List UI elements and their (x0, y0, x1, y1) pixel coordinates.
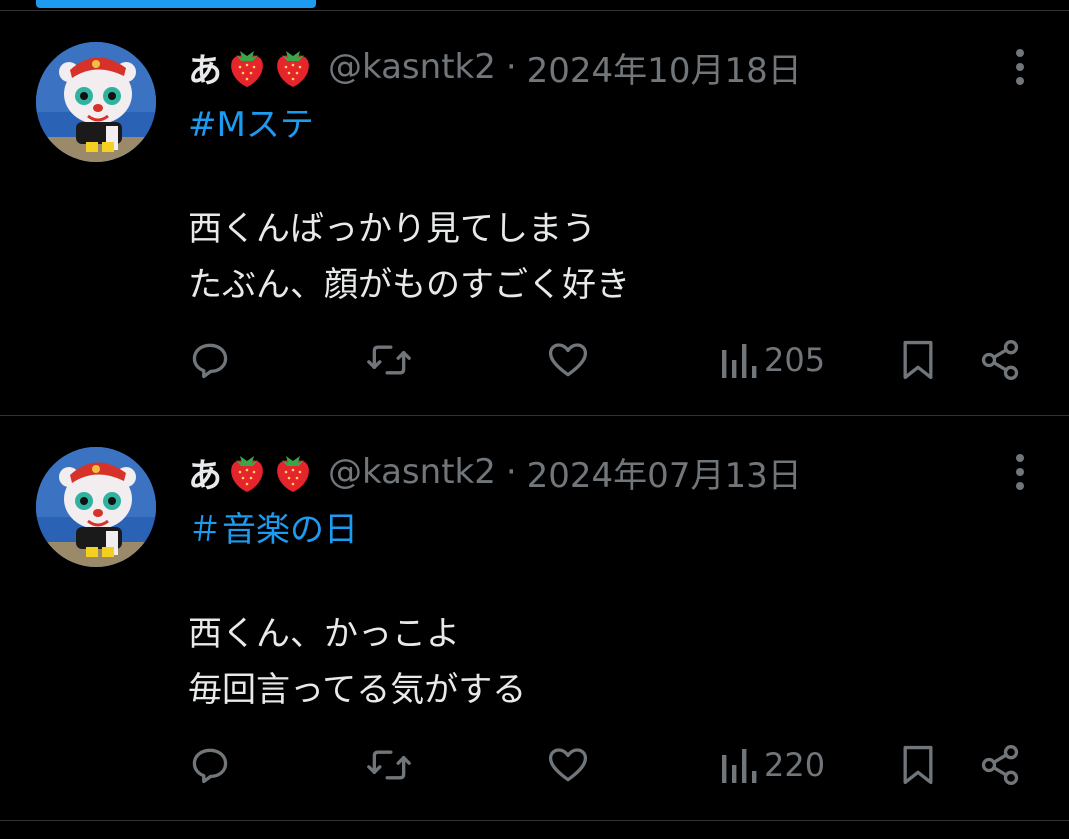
bookmark-button[interactable] (898, 335, 938, 385)
tweet-text-line: 西くん、かっこよ (188, 614, 460, 654)
like-button[interactable] (546, 740, 590, 790)
views-icon (722, 749, 757, 783)
views-count: 220 (764, 746, 826, 784)
retweet-icon (367, 345, 411, 375)
tweet-header: あ @kasntk2 · (188, 39, 802, 95)
retweet-icon (367, 750, 411, 780)
avatar[interactable] (36, 42, 156, 162)
share-icon (981, 340, 1019, 380)
tweet-text-line: たぶん、顔がものすごく好き (188, 265, 630, 305)
tweet-text: 西くん、かっこよ 毎回言ってる気がする (188, 606, 526, 718)
more-options-icon[interactable] (1000, 450, 1040, 494)
retweet-button[interactable] (364, 740, 414, 790)
hashtag-link[interactable]: ＃音楽の日 (188, 502, 358, 551)
strawberry-icon (226, 450, 268, 494)
reply-icon (192, 748, 228, 784)
user-handle[interactable]: @kasntk2 (328, 47, 496, 87)
bookmark-icon (903, 340, 933, 380)
timeline: あ @kasntk2 · 2024年10月18日 #Mステ 西くんばっかり見てし… (0, 0, 1069, 839)
strawberry-icon (226, 45, 268, 89)
separator-dot: · (505, 452, 517, 492)
tweet-text-line: 西くんばっかり見てしまう (188, 209, 596, 249)
views-button[interactable]: 205 (718, 335, 825, 385)
tweet-date[interactable]: 2024年07月13日 (527, 448, 802, 497)
share-button[interactable] (978, 740, 1022, 790)
reply-button[interactable] (188, 335, 232, 385)
tweet[interactable]: あ @kasntk2 · (0, 416, 1069, 821)
tweet-actions: 205 (0, 335, 1069, 385)
reply-icon (192, 343, 228, 379)
strawberry-icon (272, 45, 314, 89)
tweet-text-line: 毎回言ってる気がする (188, 670, 527, 710)
retweet-button[interactable] (364, 335, 414, 385)
like-button[interactable] (546, 335, 590, 385)
share-icon (981, 745, 1019, 785)
tweet[interactable]: あ @kasntk2 · (0, 11, 1069, 416)
heart-icon (548, 343, 588, 377)
bookmark-button[interactable] (898, 740, 938, 790)
heart-icon (548, 748, 588, 782)
bookmark-icon (903, 745, 933, 785)
views-count: 205 (764, 341, 826, 379)
tweet-header: あ @kasntk2 · (188, 444, 802, 500)
tweet-text: 西くんばっかり見てしまう たぶん、顔がものすごく好き (188, 201, 630, 313)
hashtag-link[interactable]: #Mステ (188, 97, 314, 146)
divider (0, 820, 1069, 821)
display-name[interactable]: あ (188, 43, 222, 92)
reply-button[interactable] (188, 740, 232, 790)
avatar[interactable] (36, 447, 156, 567)
strawberry-icon (272, 450, 314, 494)
tweet-date[interactable]: 2024年10月18日 (527, 43, 802, 92)
display-name[interactable]: あ (188, 448, 222, 497)
views-button[interactable]: 220 (718, 740, 825, 790)
user-handle[interactable]: @kasntk2 (328, 452, 496, 492)
views-icon (722, 344, 757, 378)
more-options-icon[interactable] (1000, 45, 1040, 89)
active-tab-indicator (36, 0, 316, 8)
separator-dot: · (505, 47, 517, 87)
share-button[interactable] (978, 335, 1022, 385)
tweet-actions: 220 (0, 740, 1069, 790)
